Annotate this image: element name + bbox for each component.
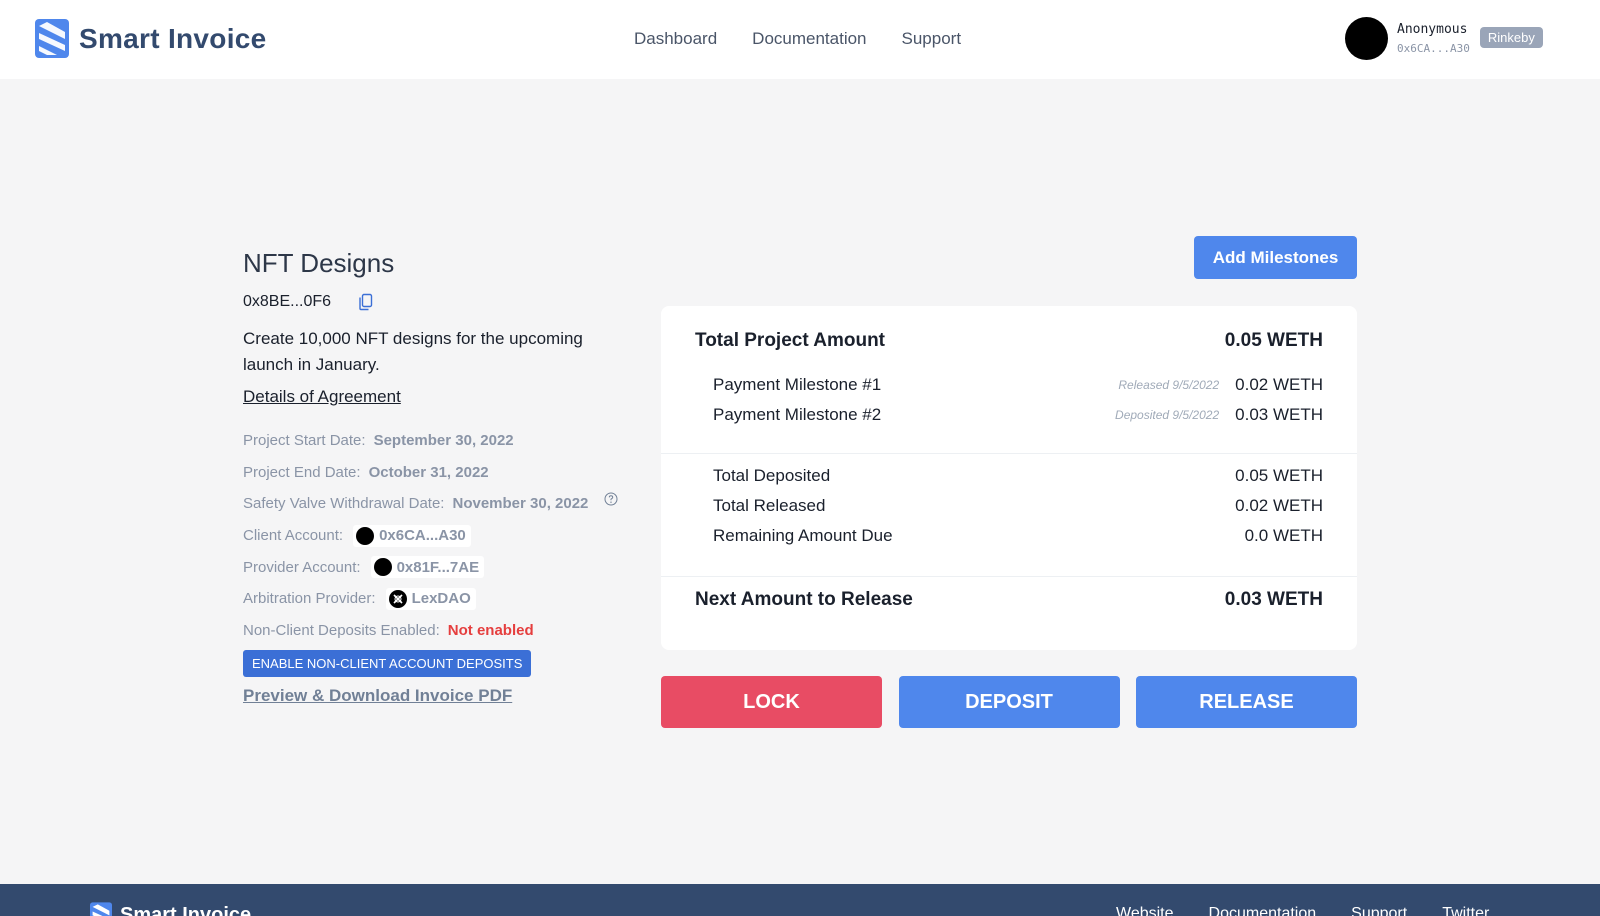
next-amount-value: 0.03 WETH — [1224, 589, 1323, 610]
footer-link-support[interactable]: Support — [1351, 905, 1407, 916]
total-released-label: Total Released — [713, 496, 826, 515]
project-end-date-label: Project End Date: — [243, 463, 361, 481]
client-account-label: Client Account: — [243, 527, 344, 545]
footer-link-documentation[interactable]: Documentation — [1209, 905, 1317, 916]
total-deposited-label: Total Deposited — [713, 466, 831, 485]
account-menu[interactable]: Anonymous 0x6CA...A30 Rinkeby — [1345, 17, 1543, 60]
details-of-agreement-link[interactable]: Details of Agreement — [243, 387, 401, 407]
nav-support[interactable]: Support — [902, 29, 962, 49]
remaining-amount-label: Remaining Amount Due — [713, 526, 893, 545]
network-badge: Rinkeby — [1479, 26, 1543, 48]
payment-summary-card: Total Project Amount 0.05 WETH Payment M… — [661, 306, 1357, 650]
invoice-address-row: 0x8BE...0F6 — [243, 293, 643, 311]
project-end-date-value: October 31, 2022 — [368, 463, 489, 481]
safety-valve-label: Safety Valve Withdrawal Date: — [243, 495, 445, 513]
provider-avatar — [373, 558, 392, 577]
smart-invoice-logo-icon — [90, 902, 112, 916]
arbitration-provider-row: Arbitration Provider: LexDAO — [243, 583, 643, 615]
help-icon[interactable] — [604, 492, 618, 506]
brand-name: Smart Invoice — [79, 22, 267, 54]
preview-download-pdf-link[interactable]: Preview & Download Invoice PDF — [243, 686, 643, 706]
footer-brand-name: Smart Invoice — [120, 903, 252, 916]
footer: Smart Invoice Website Documentation Supp… — [0, 884, 1600, 916]
nav-documentation[interactable]: Documentation — [752, 29, 866, 49]
footer-link-twitter[interactable]: Twitter — [1442, 905, 1489, 916]
enable-non-client-deposits-button[interactable]: ENABLE NON-CLIENT ACCOUNT DEPOSITS — [243, 650, 532, 678]
smart-invoice-logo-icon — [35, 19, 69, 58]
top-header: Smart Invoice Dashboard Documentation Su… — [0, 0, 1600, 79]
client-avatar — [356, 526, 375, 545]
account-name: Anonymous — [1397, 22, 1468, 37]
release-button[interactable]: RELEASE — [1136, 676, 1357, 728]
next-amount-row: Next Amount to Release 0.03 WETH — [695, 587, 1323, 613]
provider-account-chip[interactable]: 0x81F...7AE — [370, 556, 485, 579]
milestone-label: Payment Milestone #2 — [713, 405, 882, 424]
safety-valve-row: Safety Valve Withdrawal Date: November 3… — [243, 488, 643, 520]
project-start-date-row: Project Start Date: September 30, 2022 — [243, 425, 643, 457]
arbitration-provider-value: LexDAO — [411, 590, 471, 608]
copy-icon[interactable] — [358, 293, 374, 311]
invoice-details: NFT Designs 0x8BE...0F6 Create 10,000 NF… — [243, 248, 643, 706]
invoice-actions: LOCK DEPOSIT RELEASE — [661, 676, 1357, 728]
invoice-info-list: Project Start Date: September 30, 2022 P… — [243, 425, 643, 646]
total-project-amount-value: 0.05 WETH — [1224, 330, 1323, 351]
total-project-amount-label: Total Project Amount — [695, 330, 885, 351]
main-nav: Dashboard Documentation Support — [634, 29, 996, 49]
milestone-row: Payment Milestone #1 Released 9/5/2022 0… — [695, 374, 1323, 396]
remaining-amount-row: Remaining Amount Due 0.0 WETH — [695, 525, 1323, 547]
arbitration-provider-label: Arbitration Provider: — [243, 590, 376, 608]
invoice-description: Create 10,000 NFT designs for the upcomi… — [243, 329, 583, 374]
project-end-date-row: Project End Date: October 31, 2022 — [243, 457, 643, 489]
non-client-deposits-status: Not enabled — [447, 621, 534, 639]
provider-account-row: Provider Account: 0x81F...7AE — [243, 551, 643, 583]
safety-valve-value: November 30, 2022 — [452, 495, 589, 513]
account-address: 0x6CA...A30 — [1397, 42, 1470, 55]
summary-divider — [661, 453, 1357, 454]
avatar — [1345, 17, 1388, 60]
milestone-amount: 0.02 WETH — [1235, 375, 1323, 394]
client-account-value: 0x6CA...A30 — [379, 527, 466, 545]
deposit-button[interactable]: DEPOSIT — [898, 676, 1120, 728]
arbitration-provider-chip[interactable]: LexDAO — [385, 587, 476, 610]
nav-dashboard[interactable]: Dashboard — [634, 29, 717, 49]
milestone-status-note: Deposited 9/5/2022 — [1115, 408, 1220, 422]
total-deposited-value: 0.05 WETH — [1235, 466, 1323, 485]
invoice-title: NFT Designs — [243, 248, 395, 278]
non-client-deposits-row: Non-Client Deposits Enabled: Not enabled — [243, 615, 643, 647]
client-account-chip[interactable]: 0x6CA...A30 — [353, 524, 471, 547]
provider-account-value: 0x81F...7AE — [396, 558, 480, 576]
lock-button[interactable]: LOCK — [661, 676, 882, 728]
next-amount-label: Next Amount to Release — [695, 589, 913, 610]
invoice-address: 0x8BE...0F6 — [243, 293, 332, 310]
brand[interactable]: Smart Invoice — [35, 19, 267, 58]
client-account-row: Client Account: 0x6CA...A30 — [243, 520, 643, 552]
footer-links: Website Documentation Support Twitter — [1116, 905, 1524, 916]
lexdao-logo-icon — [388, 589, 407, 608]
milestone-status-note: Released 9/5/2022 — [1118, 378, 1220, 392]
milestone-row: Payment Milestone #2 Deposited 9/5/2022 … — [695, 404, 1323, 426]
provider-account-label: Provider Account: — [243, 558, 361, 576]
total-deposited-row: Total Deposited 0.05 WETH — [695, 465, 1323, 487]
total-released-row: Total Released 0.02 WETH — [695, 495, 1323, 517]
add-milestones-button[interactable]: Add Milestones — [1194, 236, 1357, 279]
project-start-date-label: Project Start Date: — [243, 432, 366, 450]
total-project-amount-row: Total Project Amount 0.05 WETH — [695, 328, 1323, 354]
milestone-amount: 0.03 WETH — [1235, 405, 1323, 424]
footer-brand[interactable]: Smart Invoice — [90, 902, 251, 916]
summary-divider — [661, 576, 1357, 577]
project-start-date-value: September 30, 2022 — [373, 432, 514, 450]
total-released-value: 0.02 WETH — [1235, 496, 1323, 515]
remaining-amount-value: 0.0 WETH — [1244, 526, 1323, 545]
account-info: Anonymous 0x6CA...A30 — [1397, 22, 1470, 55]
footer-link-website[interactable]: Website — [1116, 905, 1174, 916]
non-client-deposits-label: Non-Client Deposits Enabled: — [243, 621, 440, 639]
milestone-label: Payment Milestone #1 — [713, 375, 882, 394]
